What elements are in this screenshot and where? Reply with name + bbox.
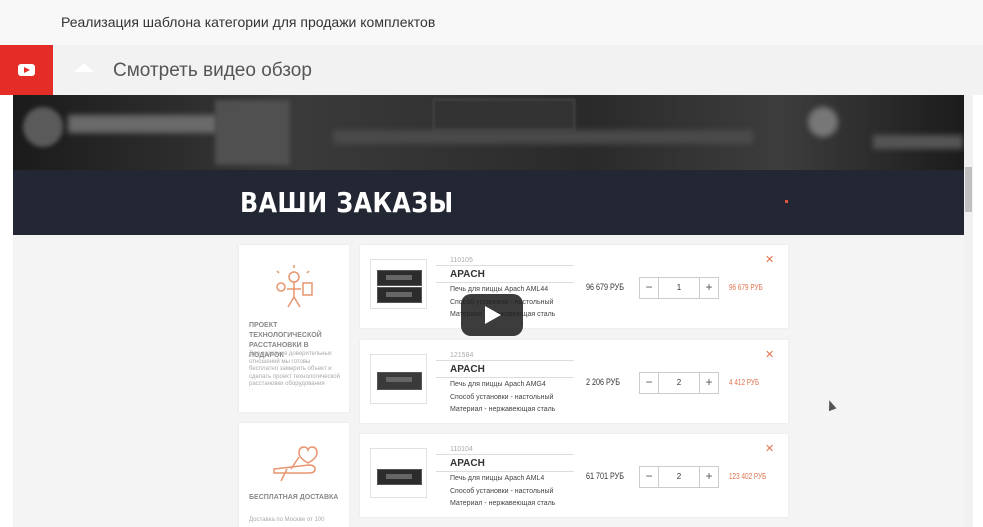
video-review-label[interactable]: Смотреть видео обзор: [113, 60, 312, 82]
quantity-stepper[interactable]: − 1 +: [639, 277, 719, 299]
product-name[interactable]: Печь для пиццы Apach AML44: [450, 286, 548, 293]
video-play-button[interactable]: [461, 294, 523, 336]
line-total: 123 402 РУБ: [729, 472, 767, 481]
product-image: [370, 259, 427, 309]
engineer-icon: [276, 265, 313, 308]
quantity-stepper[interactable]: − 2 +: [639, 372, 719, 394]
product-material: Материал - нержавеющая сталь: [450, 406, 556, 413]
orders-banner: ВАШИ ЗАКАЗЫ: [13, 170, 964, 235]
product-sku: 121584: [450, 352, 474, 359]
qty-minus-button[interactable]: −: [640, 278, 659, 298]
line-total: 96 679 РУБ: [729, 283, 763, 292]
page-header: Реализация шаблона категории для продажи…: [0, 0, 983, 46]
product-sku: 110105: [450, 257, 473, 264]
product-mount: Способ установки - настольный: [450, 488, 554, 495]
product-brand: APACH: [450, 364, 485, 375]
side-card-title: БЕСПЛАТНАЯ ДОСТАВКА: [249, 494, 339, 501]
product-image: [370, 448, 427, 498]
side-card-desc: Доставка по Москве от 100: [249, 517, 325, 523]
qty-plus-button[interactable]: +: [699, 278, 718, 298]
cart-item: 121584 APACH Печь для пиццы Apach AMG4 С…: [360, 340, 788, 423]
qty-minus-button[interactable]: −: [640, 467, 659, 487]
product-sku: 110104: [450, 446, 473, 453]
side-card-desc: Для создания доверительных отношений мы …: [249, 351, 340, 387]
product-material: Материал - нержавеющая сталь: [450, 500, 556, 507]
video-player[interactable]: ВАШИ ЗАКАЗЫ ПРОЕКТ ТЕХНОЛОГИЧЕСКОЙ РАССТ…: [13, 95, 973, 527]
scrollbar[interactable]: [964, 95, 973, 527]
page-title: Реализация шаблона категории для продажи…: [61, 14, 436, 30]
qty-plus-button[interactable]: +: [699, 467, 718, 487]
collapse-arrow-icon[interactable]: [74, 63, 94, 72]
video-top-blurred-header: [13, 95, 973, 170]
unit-price: 96 679 РУБ: [586, 282, 624, 292]
remove-item-icon[interactable]: ✕: [765, 253, 774, 266]
qty-value[interactable]: 1: [659, 278, 699, 298]
unit-price: 61 701 РУБ: [586, 471, 624, 481]
orders-banner-title: ВАШИ ЗАКАЗЫ: [240, 186, 454, 219]
video-review-bar[interactable]: Смотреть видео обзор: [0, 45, 983, 95]
qty-value[interactable]: 2: [659, 373, 699, 393]
line-total: 4 412 РУБ: [729, 378, 760, 387]
qty-value[interactable]: 2: [659, 467, 699, 487]
side-card-project: ПРОЕКТ ТЕХНОЛОГИЧЕСКОЙ РАССТАНОВКИ В ПОД…: [239, 245, 349, 412]
product-brand: APACH: [450, 458, 485, 469]
cart-item: 110104 APACH Печь для пиццы Apach AML4 С…: [360, 434, 788, 517]
unit-price: 2 206 РУБ: [586, 377, 620, 387]
cart-item: 110105 APACH Печь для пиццы Apach AML44 …: [360, 245, 788, 328]
product-name[interactable]: Печь для пиццы Apach AML4: [450, 475, 544, 482]
product-name[interactable]: Печь для пиццы Apach AMG4: [450, 381, 546, 388]
side-card-delivery: БЕСПЛАТНАЯ ДОСТАВКА Доставка по Москве о…: [239, 423, 349, 527]
product-brand: APACH: [450, 269, 485, 280]
plane-heart-icon: [273, 446, 318, 482]
banner-dot: [785, 200, 788, 203]
youtube-icon[interactable]: [0, 45, 53, 95]
product-mount: Способ установки - настольный: [450, 394, 554, 401]
remove-item-icon[interactable]: ✕: [765, 442, 774, 455]
qty-plus-button[interactable]: +: [699, 373, 718, 393]
quantity-stepper[interactable]: − 2 +: [639, 466, 719, 488]
orders-content: ПРОЕКТ ТЕХНОЛОГИЧЕСКОЙ РАССТАНОВКИ В ПОД…: [13, 235, 964, 527]
remove-item-icon[interactable]: ✕: [765, 348, 774, 361]
qty-minus-button[interactable]: −: [640, 373, 659, 393]
scrollbar-thumb[interactable]: [965, 167, 972, 212]
product-image: [370, 354, 427, 404]
